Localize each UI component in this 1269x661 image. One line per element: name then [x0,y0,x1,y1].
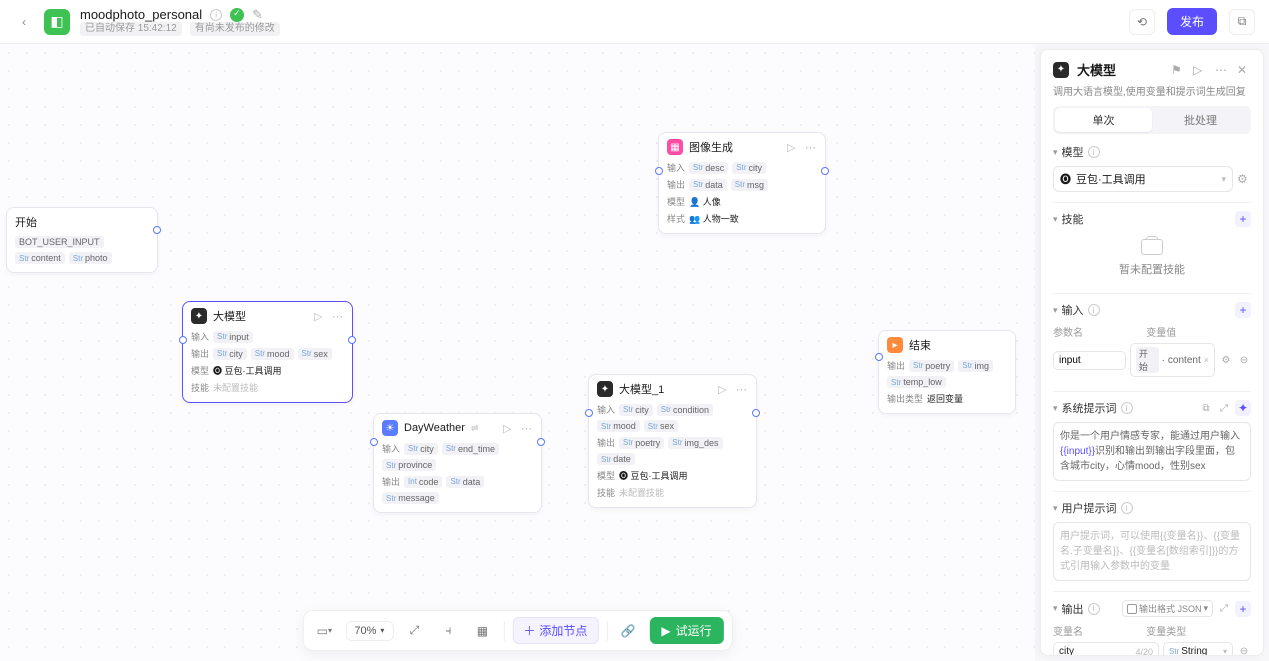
output-type-select[interactable]: StrString▾ [1163,642,1233,655]
run-icon[interactable]: ▷ [787,141,799,153]
tag: BOT_USER_INPUT [15,236,104,248]
side-panel: ✦ 大模型 ⚑ ▷ ⋯ ✕ 调用大语言模型,使用变量和提示词生成回复 单次 批处… [1040,49,1264,656]
gear-icon[interactable]: ⚙ [1219,353,1233,367]
magic-button[interactable]: ✦ [1235,400,1251,416]
panel-desc: 调用大语言模型,使用变量和提示词生成回复 [1041,83,1263,106]
grid-icon[interactable]: ▦ [469,618,495,644]
more-icon[interactable]: ⋯ [521,422,533,434]
canvas[interactable]: 开始 BOT_USER_INPUT Strcontent Strphoto ✦ … [0,44,1035,661]
copy-icon[interactable]: ⧉ [1199,401,1213,415]
gear-icon[interactable]: ⚙ [1237,172,1251,186]
run-icon[interactable]: ▷ [718,383,730,395]
app-icon: ◧ [44,9,70,35]
node-title: 图像生成 [689,139,733,155]
bottom-toolbar: ▭▾ 70%▾ ⤢ ⫞ ▦ ＋ 添加节点 🔗 ▶ 试运行 [302,610,732,651]
tag: Strphoto [69,252,112,264]
weather-icon: ☀ [382,420,398,436]
autosave-status: 已自动保存 15:42:12 [80,22,182,36]
end-icon: ▸ [887,337,903,353]
tab-single[interactable]: 单次 [1055,108,1152,132]
publish-button[interactable]: 发布 [1167,8,1217,35]
mode-tabs: 单次 批处理 [1053,106,1251,134]
back-button[interactable]: ‹ [14,12,34,32]
node-weather[interactable]: ☀ DayWeather ⇌ ▷ ⋯ 输入StrcityStrend_timeS… [373,413,542,513]
status-dot-icon [230,8,244,22]
input-name-field[interactable] [1053,351,1126,370]
layout-icon[interactable]: ⫞ [435,618,461,644]
tag: Strcontent [15,252,65,264]
run-icon[interactable]: ▷ [503,422,515,434]
empty-skill-icon [1141,239,1163,255]
delete-icon[interactable]: ⊖ [1237,353,1251,367]
image-icon: ▦ [667,139,683,155]
node-title: 大模型_1 [619,381,664,397]
more-icon[interactable]: ⋯ [805,141,817,153]
node-start[interactable]: 开始 BOT_USER_INPUT Strcontent Strphoto [6,207,158,273]
add-node-button[interactable]: ＋ 添加节点 [512,617,598,644]
project-title: moodphoto_personal [80,7,202,23]
add-skill-button[interactable]: + [1235,211,1251,227]
node-llm[interactable]: ✦ 大模型 ▷ ⋯ 输入Strinput 输出StrcityStrmoodStr… [182,301,353,403]
output-format[interactable]: 输出格式 JSON ▾ [1122,600,1213,617]
edit-icon[interactable]: ✎ [252,7,263,23]
llm-icon: ✦ [191,308,207,324]
node-imagegen[interactable]: ▦ 图像生成 ▷ ⋯ 输入StrdescStrcity 输出StrdataStr… [658,132,826,234]
delete-icon[interactable]: ⊖ [1237,645,1251,656]
output-name-field[interactable]: city4/20 [1053,642,1159,655]
duplicate-icon[interactable]: ⧉ [1229,9,1255,35]
llm-icon: ✦ [1053,62,1069,78]
fit-icon[interactable]: ⤢ [401,618,427,644]
input-value-select[interactable]: 开始·content× [1130,343,1215,377]
system-prompt-textarea[interactable]: 你是一个用户情感专家，能通过用户输入{{input}}识别和输出到输出字段里面，… [1053,422,1251,481]
expand-icon[interactable]: ⤢ [1217,401,1231,415]
node-title: 开始 [15,214,37,230]
node-title: DayWeather [404,422,465,434]
node-title: 大模型 [213,308,246,324]
run-icon[interactable]: ▷ [1193,63,1207,77]
run-button[interactable]: ▶ 试运行 [649,617,723,644]
llm-icon: ✦ [597,381,613,397]
more-icon[interactable]: ⋯ [332,310,344,322]
tab-batch[interactable]: 批处理 [1152,108,1249,132]
add-output-button[interactable]: + [1235,601,1251,617]
node-llm1[interactable]: ✦ 大模型_1 ▷ ⋯ 输入StrcityStrconditionStrmood… [588,374,757,508]
more-icon[interactable]: ⋯ [1215,63,1229,77]
expand-icon[interactable]: ⤢ [1217,602,1231,616]
skill-empty: 暂未配置技能 [1053,233,1251,283]
panel-title: 大模型 [1077,60,1116,79]
add-input-button[interactable]: + [1235,302,1251,318]
zoom-select[interactable]: 70%▾ [345,621,393,641]
flag-icon[interactable]: ⚑ [1171,63,1185,77]
unpublished-status: 有尚未发布的修改 [190,22,280,36]
node-title: 结束 [909,337,931,353]
close-icon[interactable]: ✕ [1237,63,1251,77]
info-icon[interactable]: i [1088,146,1100,158]
node-end[interactable]: ▸ 结束 输出StrpoetryStrimgStrtemp_low 输出类型返回… [878,330,1016,414]
link-icon[interactable]: 🔗 [615,618,641,644]
more-icon[interactable]: ⋯ [736,383,748,395]
user-prompt-textarea[interactable]: 用户提示词，可以使用{{变量名}}、{{变量名.子变量名}}、{{变量名[数组索… [1053,522,1251,581]
model-select[interactable]: 🅞豆包·工具调用▾ [1053,166,1233,192]
display-icon[interactable]: ▭▾ [311,618,337,644]
run-icon[interactable]: ▷ [314,310,326,322]
info-icon[interactable]: i [210,9,222,21]
history-icon[interactable]: ⟲ [1129,9,1155,35]
